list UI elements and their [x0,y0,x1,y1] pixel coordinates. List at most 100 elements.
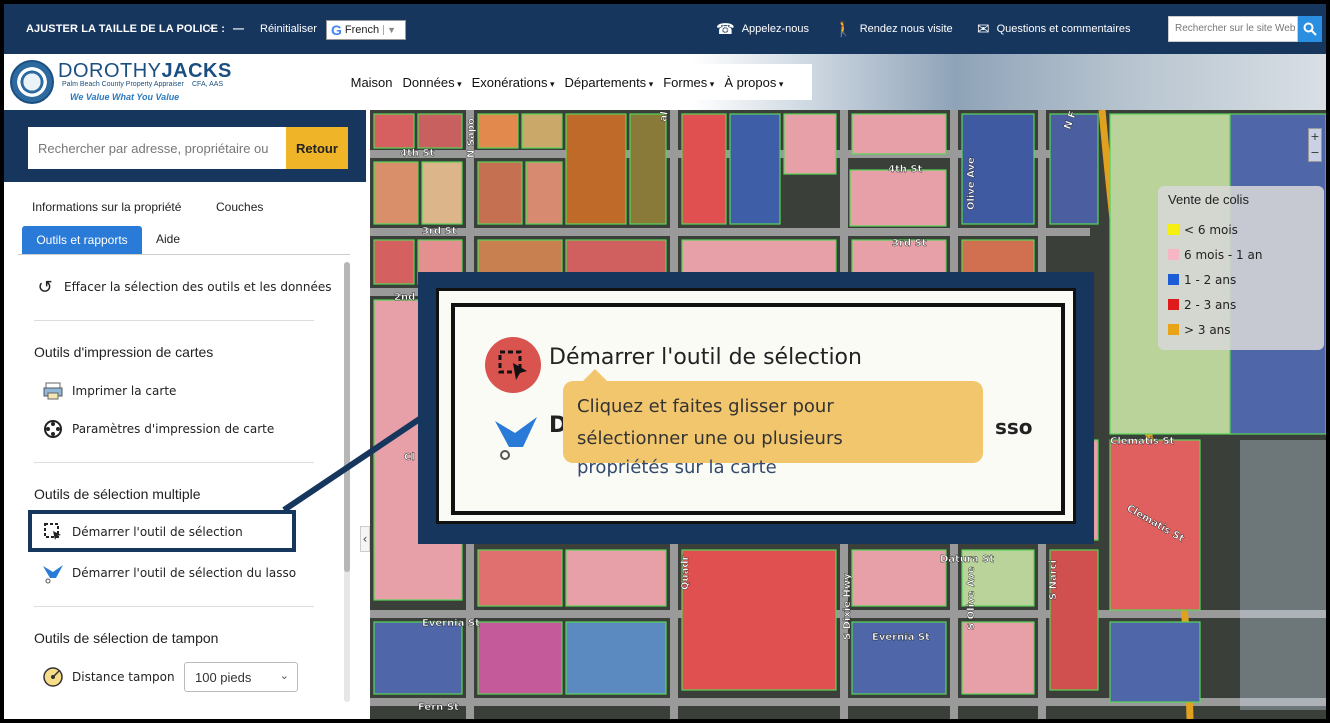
logo-credentials: CFA, AAS [192,81,224,88]
map-street-label: Cl [404,452,415,463]
callout-select-label: Démarrer l'outil de sélection [549,345,862,370]
nav-forms[interactable]: Formes [663,75,714,90]
main-nav: Maison Données Exonérations Départements… [322,64,812,100]
reset-font-link[interactable]: Réinitialiser [260,4,317,54]
legend-swatch [1168,249,1179,260]
nav-home[interactable]: Maison [351,75,393,90]
map-street-label: Fern St [418,702,459,713]
legend-swatch [1168,299,1179,310]
legend-swatch [1168,224,1179,235]
map-street-label: Quadr [680,555,691,590]
lasso-flag-icon [495,417,537,460]
search-icon [1303,22,1317,36]
map-street-label: Clematis St [1110,436,1175,447]
printer-icon [42,380,64,402]
map-street-label: 2nd [394,292,415,303]
legend-label: > 3 ans [1184,322,1231,337]
logo-wordmark[interactable]: DOROTHYJACKS [58,60,232,83]
print-section-heading: Outils d'impression de cartes [34,344,214,360]
map-street-label: 3rd St [422,226,457,237]
legend-label: < 6 mois [1184,222,1238,237]
map-street-label: Evernia St [872,632,930,643]
call-us-link[interactable]: ☎ Appelez-nous [716,4,809,54]
nav-data[interactable]: Données [403,75,462,90]
back-button[interactable]: Retour [286,127,348,169]
map-street-label: al [658,111,671,123]
logo-last-name: JACKS [161,60,232,82]
map-street-label: 3rd St [892,238,927,249]
county-seal-logo[interactable] [10,60,54,104]
buffer-distance-select[interactable]: 100 pieds ⌄ [184,662,298,692]
address-search-input[interactable]: Rechercher par adresse, propriétaire ou [28,127,286,169]
google-icon: G [331,22,342,38]
chevron-down-icon: ⌄ [279,670,289,682]
map-legend: Vente de colis < 6 mois 6 mois - 1 an 1 … [1158,186,1324,350]
selection-cursor-icon [485,337,541,393]
nav-exemptions[interactable]: Exonérations [472,75,555,90]
map-street-label: S Narci [1048,560,1059,600]
logo-slogan: We Value What You Value [70,92,180,102]
language-value: French [344,24,380,36]
divider [34,320,314,321]
start-lasso-tool-button[interactable]: Démarrer l'outil de sélection du lasso [42,562,296,584]
target-icon [42,666,64,688]
tab-help[interactable]: Aide [156,232,180,246]
clear-selection-label: Effacer la sélection des outils et les d… [64,280,332,294]
lasso-flag-icon [42,562,64,584]
visit-us-link[interactable]: 🚶 Rendez nous visite [834,4,953,54]
tooltip-line: propriétés sur la carte [577,457,777,478]
undo-icon: ↺ [37,276,53,298]
select-tool-tooltip: Cliquez et faites glisser pour sélection… [563,369,983,463]
zoom-in-button[interactable]: + [1309,129,1321,145]
site-header: DOROTHYJACKS CFA, AAS Palm Beach County … [4,54,1326,110]
sidebar-scrollbar-thumb[interactable] [344,262,350,572]
nav-about[interactable]: À propos [724,75,783,90]
tab-layers[interactable]: Couches [216,200,263,214]
legend-item: > 3 ans [1168,317,1314,342]
map-street-label: N Sapo [466,118,477,158]
buffer-distance-label: Distance tampon [72,670,175,684]
map-street-label: 4th St [888,164,923,175]
map-street-label: Olive Ave [966,157,977,210]
decrease-font-button[interactable]: — [233,4,244,54]
logo-title: Palm Beach County Property Appraiser [62,81,184,88]
print-map-label: Imprimer la carte [72,384,177,398]
tab-property-info[interactable]: Informations sur la propriété [32,200,181,214]
zoom-out-button[interactable]: − [1309,145,1321,161]
app-window: AJUSTER LA TAILLE DE LA POLICE : + — Réi… [4,4,1326,719]
clear-selection-button[interactable]: ↺ Effacer la sélection des outils et les… [34,276,332,298]
site-search-input[interactable]: Rechercher sur le site Web [1168,16,1298,42]
search-button[interactable] [1298,16,1322,42]
feedback-link[interactable]: ✉ Questions et commentaires [977,4,1130,54]
callout-lasso-label-end: sso [995,415,1033,439]
print-settings-button[interactable]: Paramètres d'impression de carte [42,418,274,440]
legend-item: 1 - 2 ans [1168,267,1314,292]
print-settings-label: Paramètres d'impression de carte [72,422,275,436]
legend-item: 6 mois - 1 an [1168,242,1314,267]
legend-item: < 6 mois [1168,217,1314,242]
legend-item: 2 - 3 ans [1168,292,1314,317]
visit-us-label: Rendez nous visite [859,23,953,35]
divider [34,606,314,607]
nav-departments[interactable]: Départements [565,75,654,90]
search-row: Rechercher par adresse, propriétaire ou … [4,110,366,182]
multi-select-heading: Outils de sélection multiple [34,486,201,502]
language-select[interactable]: G French ▼ [326,20,406,40]
legend-label: 1 - 2 ans [1184,272,1237,287]
chevron-down-icon: ▼ [383,25,396,35]
increase-font-button[interactable]: + [209,4,215,54]
start-lasso-tool-label: Démarrer l'outil de sélection du lasso [72,566,297,580]
tooltip-line: sélectionner une ou plusieurs [577,428,843,449]
legend-swatch [1168,324,1179,335]
map-street-label: Evernia St [422,618,480,629]
buffer-distance-row: Distance tampon [42,666,175,688]
print-map-button[interactable]: Imprimer la carte [42,380,176,402]
divider [34,462,314,463]
map-zoom-control: + − [1308,128,1322,162]
logo-first-name: DOROTHY [58,60,162,82]
collapse-sidebar-button[interactable]: ‹ [360,526,370,552]
tab-tools-reports[interactable]: Outils et rapports [22,226,142,254]
select-tool-highlight-frame [28,510,296,552]
zoom-callout: Démarrer l'outil de sélection D sso Cliq… [418,272,1094,544]
legend-label: 6 mois - 1 an [1184,247,1263,262]
